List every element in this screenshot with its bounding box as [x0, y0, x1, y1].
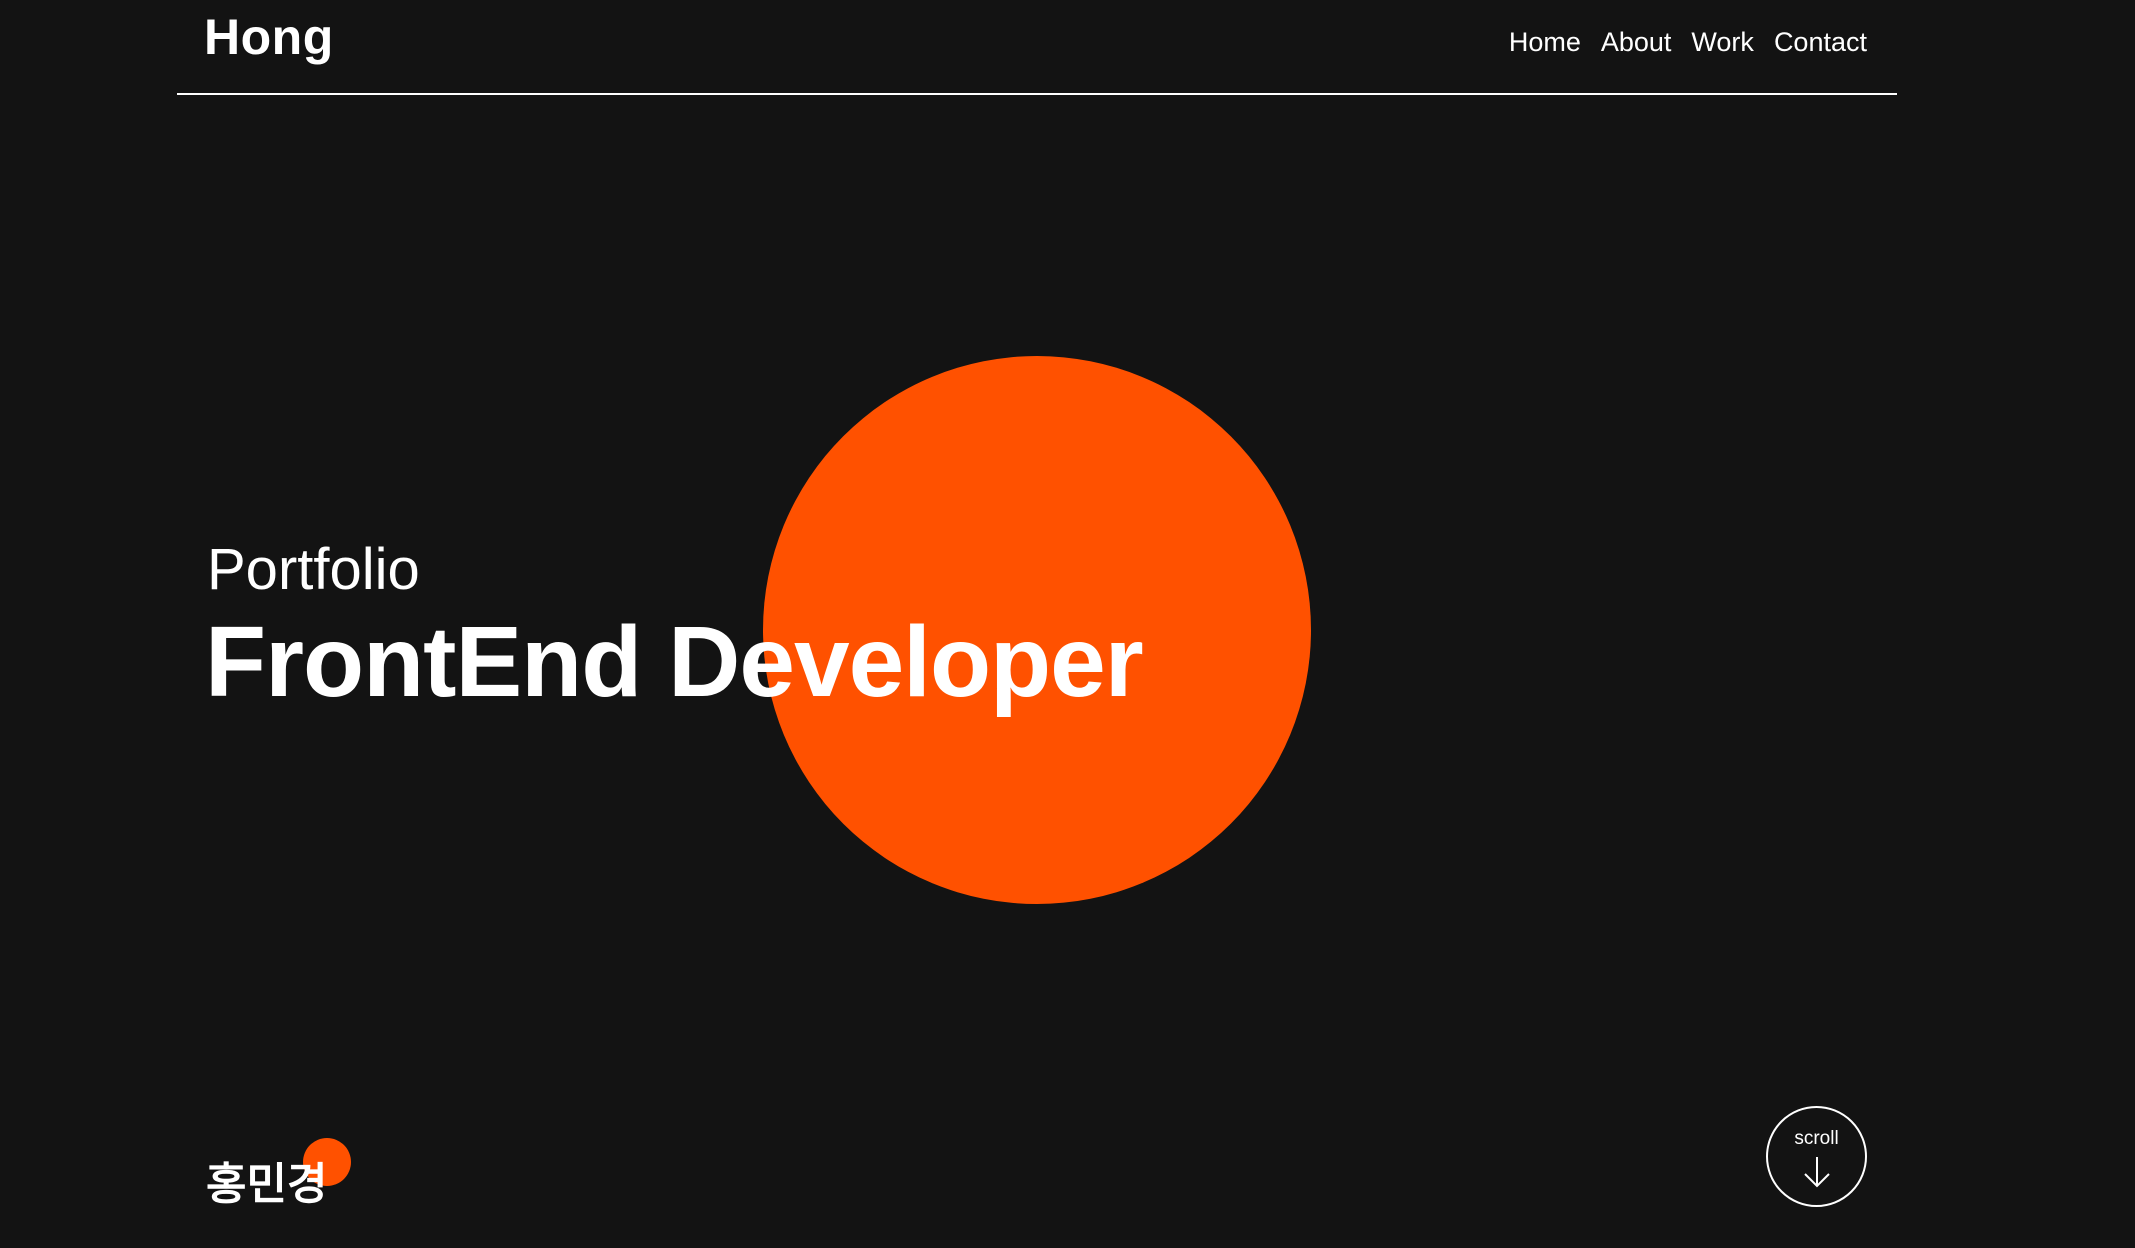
scroll-label: scroll [1794, 1128, 1839, 1149]
arrow-down-icon [1804, 1157, 1830, 1188]
signature: 홍민경 [206, 1138, 366, 1209]
nav-item-work[interactable]: Work [1691, 27, 1754, 58]
hero-subtitle: Portfolio [207, 537, 420, 602]
nav-item-contact[interactable]: Contact [1774, 27, 1867, 58]
main-nav: Home About Work Contact [1509, 27, 1867, 58]
scroll-button[interactable]: scroll [1766, 1106, 1867, 1207]
hero-title: FrontEnd Developer [205, 606, 1144, 718]
nav-item-home[interactable]: Home [1509, 27, 1581, 58]
nav-item-about[interactable]: About [1601, 27, 1672, 58]
logo-link[interactable]: Hong [204, 8, 334, 66]
page: Hong Home About Work Contact Portfolio F… [0, 0, 2135, 1248]
signature-name: 홍민경 [206, 1160, 328, 1209]
site-header: Hong Home About Work Contact [177, 0, 1897, 95]
